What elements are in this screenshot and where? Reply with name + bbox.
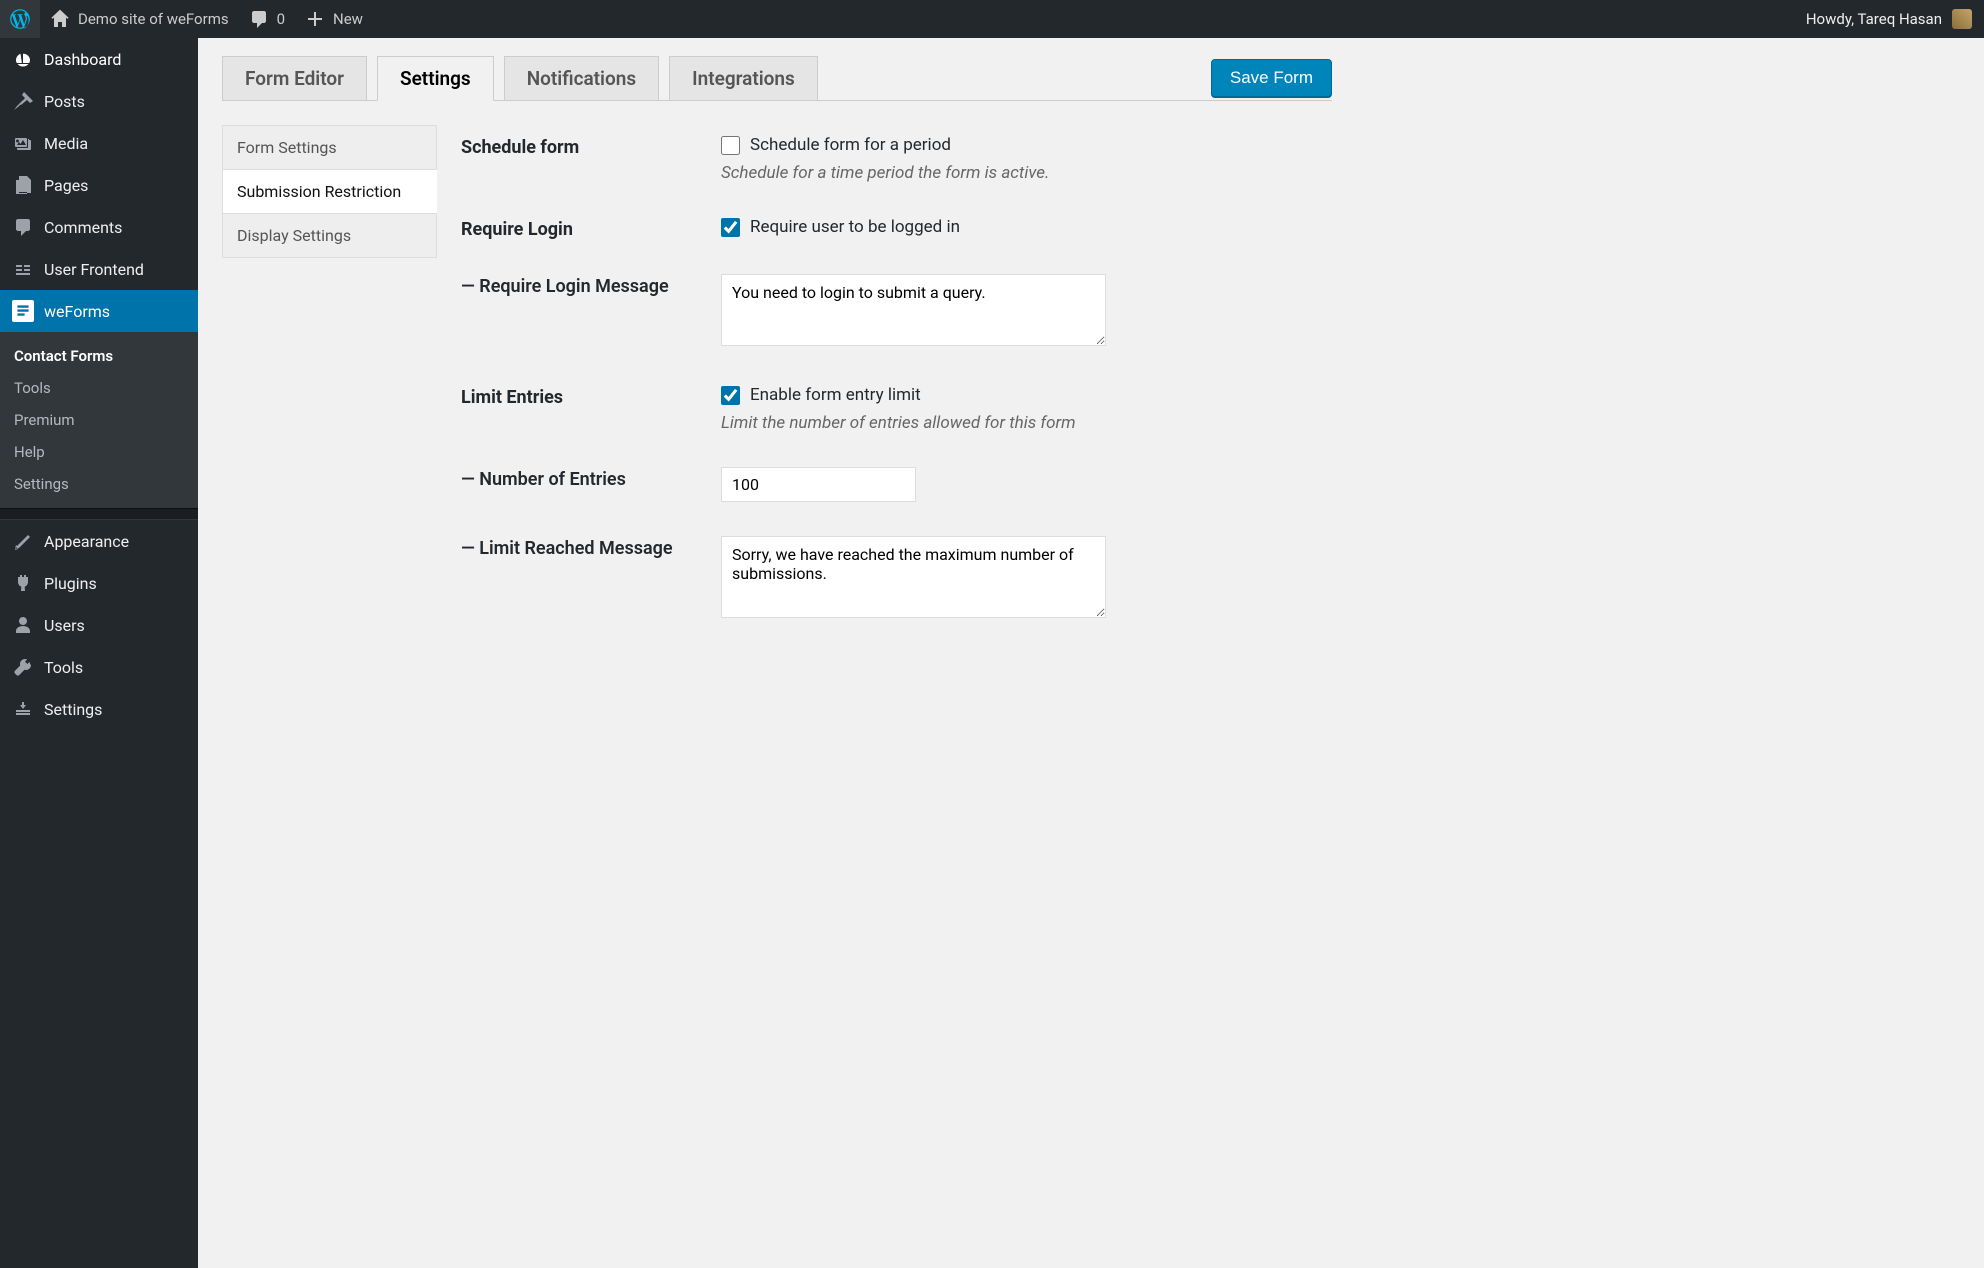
sidebar-label: Plugins xyxy=(44,574,97,593)
pages-icon xyxy=(12,174,34,196)
sidebar-label: Dashboard xyxy=(44,50,121,69)
checkbox-schedule-form[interactable] xyxy=(721,136,740,155)
new-label: New xyxy=(333,10,363,28)
label-require-login: Require Login xyxy=(461,217,721,240)
sidebar-label: Settings xyxy=(44,700,102,719)
sidebar-item-posts[interactable]: Posts xyxy=(0,80,198,122)
sidebar-item-users[interactable]: Users xyxy=(0,604,198,646)
pin-icon xyxy=(12,90,34,112)
settings-icon xyxy=(12,698,34,720)
sidebar-item-settings[interactable]: Settings xyxy=(0,688,198,730)
wp-logo[interactable] xyxy=(0,0,40,38)
weforms-icon xyxy=(12,300,34,322)
label-require-login-message: — Require Login Message xyxy=(461,274,721,297)
sidebar-item-pages[interactable]: Pages xyxy=(0,164,198,206)
media-icon xyxy=(12,132,34,154)
user-frontend-icon xyxy=(12,258,34,280)
plugins-icon xyxy=(12,572,34,594)
admin-bar: Demo site of weForms 0 New Howdy, Tareq … xyxy=(0,0,1984,38)
sidebar-label: Users xyxy=(44,616,85,635)
wordpress-icon xyxy=(10,9,30,29)
sidebar-label: User Frontend xyxy=(44,260,144,279)
tab-integrations[interactable]: Integrations xyxy=(669,56,818,100)
textarea-require-login-message[interactable] xyxy=(721,274,1106,346)
sidebar-submenu-weforms: Contact Forms Tools Premium Help Setting… xyxy=(0,332,198,508)
users-icon xyxy=(12,614,34,636)
submenu-tools[interactable]: Tools xyxy=(0,372,198,404)
submenu-premium[interactable]: Premium xyxy=(0,404,198,436)
row-limit-entries: Limit Entries Enable form entry limit Li… xyxy=(461,385,1327,433)
label-limit-reached-message: — Limit Reached Message xyxy=(461,536,721,559)
submenu-contact-forms[interactable]: Contact Forms xyxy=(0,340,198,372)
submenu-help[interactable]: Help xyxy=(0,436,198,468)
sidebar-item-plugins[interactable]: Plugins xyxy=(0,562,198,604)
row-number-of-entries: — Number of Entries xyxy=(461,467,1327,502)
tabs-row: Form Editor Settings Notifications Integ… xyxy=(222,56,1332,101)
home-icon xyxy=(50,9,70,29)
sidebar-item-dashboard[interactable]: Dashboard xyxy=(0,38,198,80)
input-number-of-entries[interactable] xyxy=(721,467,916,502)
sidebar-item-tools[interactable]: Tools xyxy=(0,646,198,688)
checkbox-require-login[interactable] xyxy=(721,218,740,237)
desc-schedule-form: Schedule for a time period the form is a… xyxy=(721,163,1327,183)
settings-subnav: Form Settings Submission Restriction Dis… xyxy=(222,125,437,667)
sidebar-item-appearance[interactable]: Appearance xyxy=(0,520,198,562)
submenu-settings[interactable]: Settings xyxy=(0,468,198,500)
tools-icon xyxy=(12,656,34,678)
sidebar-label: Posts xyxy=(44,92,85,111)
avatar xyxy=(1952,9,1972,29)
sidebar-label: Media xyxy=(44,134,88,153)
sidebar-label: Pages xyxy=(44,176,88,195)
desc-limit-entries: Limit the number of entries allowed for … xyxy=(721,413,1327,433)
main-content: Form Editor Settings Notifications Integ… xyxy=(198,38,1356,685)
row-require-login-message: — Require Login Message xyxy=(461,274,1327,351)
row-require-login: Require Login Require user to be logged … xyxy=(461,217,1327,240)
checkbox-limit-entries[interactable] xyxy=(721,386,740,405)
comment-icon xyxy=(249,9,269,29)
comments-icon xyxy=(12,216,34,238)
checkbox-label: Enable form entry limit xyxy=(750,385,921,405)
subnav-submission-restriction[interactable]: Submission Restriction xyxy=(222,169,437,214)
howdy-link[interactable]: Howdy, Tareq Hasan xyxy=(1794,9,1984,29)
dashboard-icon xyxy=(12,48,34,70)
sidebar-label: Tools xyxy=(44,658,83,677)
sidebar-label: weForms xyxy=(44,302,110,321)
admin-sidebar: Dashboard Posts Media Pages Comments Use… xyxy=(0,38,198,1268)
site-name-link[interactable]: Demo site of weForms xyxy=(40,0,239,38)
save-form-button[interactable]: Save Form xyxy=(1211,59,1332,97)
label-number-of-entries: — Number of Entries xyxy=(461,467,721,490)
label-schedule-form: Schedule form xyxy=(461,135,721,158)
textarea-limit-reached-message[interactable] xyxy=(721,536,1106,618)
sidebar-item-user-frontend[interactable]: User Frontend xyxy=(0,248,198,290)
label-limit-entries: Limit Entries xyxy=(461,385,721,408)
plus-icon xyxy=(305,9,325,29)
tab-notifications[interactable]: Notifications xyxy=(504,56,659,100)
tab-settings[interactable]: Settings xyxy=(377,56,494,101)
comments-count: 0 xyxy=(277,10,285,28)
sidebar-item-media[interactable]: Media xyxy=(0,122,198,164)
row-limit-reached-message: — Limit Reached Message xyxy=(461,536,1327,623)
checkbox-label: Require user to be logged in xyxy=(750,217,960,237)
subnav-display-settings[interactable]: Display Settings xyxy=(222,213,437,258)
subnav-form-settings[interactable]: Form Settings xyxy=(222,125,437,170)
comments-link[interactable]: 0 xyxy=(239,0,295,38)
sidebar-item-weforms[interactable]: weForms xyxy=(0,290,198,332)
site-name-text: Demo site of weForms xyxy=(78,10,229,28)
howdy-text: Howdy, Tareq Hasan xyxy=(1806,10,1942,28)
appearance-icon xyxy=(12,530,34,552)
sidebar-label: Comments xyxy=(44,218,122,237)
tab-form-editor[interactable]: Form Editor xyxy=(222,56,367,100)
row-schedule-form: Schedule form Schedule form for a period… xyxy=(461,135,1327,183)
sidebar-label: Appearance xyxy=(44,532,129,551)
sidebar-separator xyxy=(0,508,198,520)
new-link[interactable]: New xyxy=(295,0,373,38)
sidebar-item-comments[interactable]: Comments xyxy=(0,206,198,248)
checkbox-label: Schedule form for a period xyxy=(750,135,951,155)
settings-panel: Schedule form Schedule form for a period… xyxy=(437,125,1327,667)
